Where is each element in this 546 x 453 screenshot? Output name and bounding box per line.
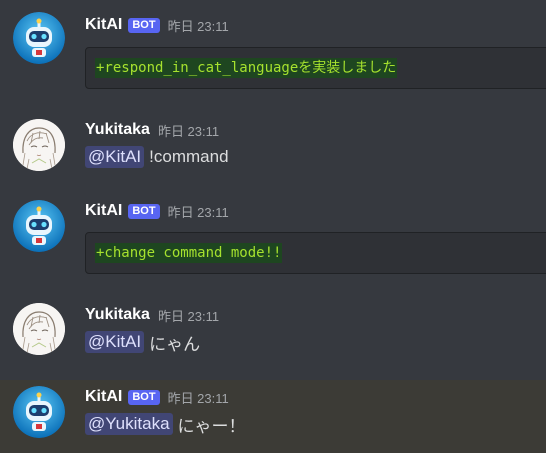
author-name[interactable]: KitAI	[85, 16, 122, 34]
author-name[interactable]: Yukitaka	[85, 306, 150, 324]
timestamp[interactable]: 昨日 23:11	[168, 16, 229, 35]
robot-avatar-icon	[13, 200, 65, 252]
message-4: Yukitaka 昨日 23:11 @KitAI にゃん	[0, 288, 546, 380]
message-text: にゃー！	[177, 416, 246, 436]
message-header: KitAI BOT 昨日 23:11	[85, 386, 229, 408]
bot-badge: BOT	[128, 17, 160, 33]
kitai-avatar[interactable]	[13, 200, 65, 252]
code-block: +respond_in_cat_languageを実装しました	[85, 47, 546, 89]
author-name[interactable]: Yukitaka	[85, 121, 150, 139]
bot-badge: BOT	[128, 203, 160, 219]
author-name[interactable]: KitAI	[85, 202, 122, 220]
message-text: にゃん	[149, 334, 201, 354]
timestamp[interactable]: 昨日 23:11	[168, 202, 229, 221]
message-2: Yukitaka 昨日 23:11 @KitAI !command	[0, 100, 546, 188]
robot-avatar-icon	[13, 386, 65, 438]
robot-avatar-icon	[13, 12, 65, 64]
message-content: @KitAI !command	[85, 143, 229, 171]
message-1: KitAI BOT 昨日 23:11 +respond_in_cat_langu…	[0, 0, 546, 100]
anime-girl-avatar-icon	[13, 303, 65, 355]
message-text: !command	[149, 147, 229, 166]
bot-badge: BOT	[128, 389, 160, 405]
user-mention[interactable]: @KitAI	[85, 331, 145, 353]
anime-girl-avatar-icon	[13, 119, 65, 171]
message-header: KitAI BOT 昨日 23:11	[85, 14, 229, 36]
message-header: Yukitaka 昨日 23:11	[85, 304, 219, 326]
message-content: @Yukitaka にゃー！	[85, 410, 246, 438]
message-header: Yukitaka 昨日 23:11	[85, 119, 219, 141]
message-5-mentioned: KitAI BOT 昨日 23:11 @Yukitaka にゃー！	[0, 380, 546, 453]
yukitaka-avatar[interactable]	[13, 303, 65, 355]
kitai-avatar[interactable]	[13, 12, 65, 64]
diff-added-line: +change command mode!!	[95, 243, 283, 263]
timestamp[interactable]: 昨日 23:11	[168, 388, 229, 407]
yukitaka-avatar[interactable]	[13, 119, 65, 171]
author-name[interactable]: KitAI	[85, 388, 122, 406]
user-mention[interactable]: @Yukitaka	[85, 413, 173, 435]
timestamp[interactable]: 昨日 23:11	[158, 306, 219, 325]
kitai-avatar[interactable]	[13, 386, 65, 438]
diff-added-line: +respond_in_cat_languageを実装しました	[95, 58, 398, 78]
user-mention[interactable]: @KitAI	[85, 146, 145, 168]
message-3: KitAI BOT 昨日 23:11 +change command mode!…	[0, 188, 546, 288]
message-content: @KitAI にゃん	[85, 328, 200, 356]
code-block: +change command mode!!	[85, 232, 546, 274]
timestamp[interactable]: 昨日 23:11	[158, 121, 219, 140]
message-header: KitAI BOT 昨日 23:11	[85, 200, 229, 222]
